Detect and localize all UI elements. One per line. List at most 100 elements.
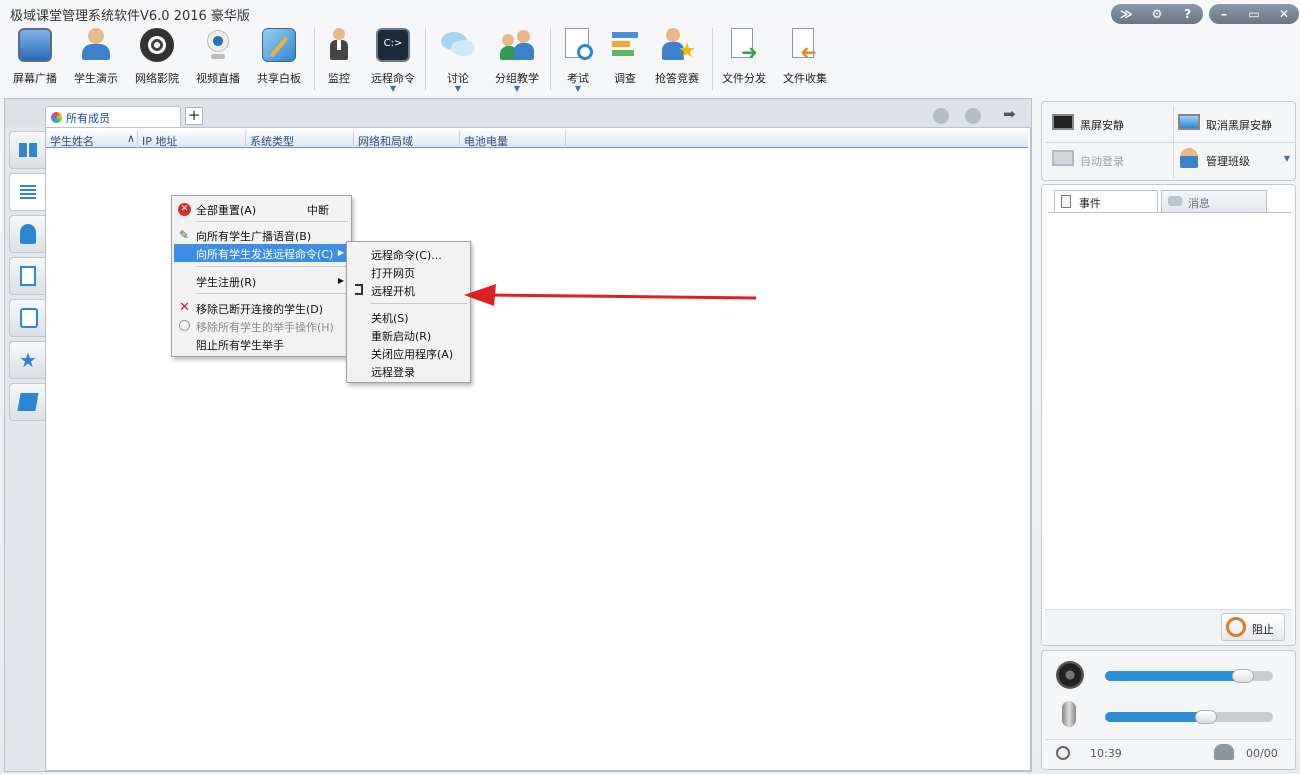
clock-icon bbox=[1056, 746, 1070, 760]
monitor-icon bbox=[1178, 114, 1200, 130]
film-reel-icon bbox=[140, 28, 174, 62]
dropdown-arrow-icon[interactable]: ▼ bbox=[575, 84, 581, 93]
help-icon[interactable]: ? bbox=[1176, 7, 1200, 21]
speaker-volume-slider[interactable] bbox=[1105, 669, 1273, 683]
menu-item-broadcast-voice[interactable]: ✎ 向所有学生广播语音(B) bbox=[174, 226, 349, 244]
column-header[interactable]: 网络和局域 bbox=[354, 131, 460, 148]
speaker-icon bbox=[1056, 661, 1084, 689]
toolbar-video-live-button[interactable]: 视频直播 bbox=[188, 26, 248, 94]
column-header[interactable]: IP 地址 bbox=[138, 131, 246, 148]
dropdown-arrow-icon[interactable]: ▼ bbox=[390, 84, 396, 93]
student-group-icon[interactable] bbox=[965, 108, 981, 124]
submenu-item-remote-power-on[interactable]: 远程开机 bbox=[349, 281, 468, 299]
power-on-icon bbox=[355, 284, 363, 295]
red-x-icon: ✕ bbox=[179, 300, 190, 315]
tab-all-members[interactable]: 所有成员 bbox=[45, 106, 181, 128]
mic-volume-slider[interactable] bbox=[1105, 710, 1273, 724]
toolbar-shared-whiteboard-button[interactable]: 共享白板 bbox=[249, 26, 309, 94]
users-icon bbox=[1214, 744, 1234, 760]
view-thumbnails-button[interactable] bbox=[9, 131, 45, 169]
toolbar-survey-button[interactable]: 调查 bbox=[595, 26, 655, 94]
remote-command-submenu: 远程命令(C)... 打开网页 远程开机 关机(S) 重新启动(R) 关闭应用程… bbox=[346, 241, 471, 383]
tab-label: 所有成员 bbox=[66, 112, 110, 125]
view-documents-button[interactable] bbox=[9, 257, 45, 295]
cancel-black-screen-button[interactable]: 取消黑屏安静 bbox=[1176, 112, 1294, 136]
toolbar-file-distribute-button[interactable]: ➜ 文件分发 bbox=[714, 26, 774, 94]
menu-item-remove-disconnected[interactable]: ✕ 移除已断开连接的学生(D) bbox=[174, 299, 349, 317]
monitor-person-icon bbox=[322, 28, 356, 62]
panel-divider bbox=[1046, 739, 1292, 740]
title-bar: 极域课堂管理系统软件V6.0 2016 豪华版 ≫ ⚙ ? – ▭ ✕ bbox=[0, 0, 1300, 26]
toolbar-remote-command-button[interactable]: C:> 远程命令 ▼ bbox=[363, 26, 423, 94]
microphone-icon: ✎ bbox=[179, 228, 190, 242]
menu-item-reset-all[interactable]: ✕ 全部重置(A) 中断 bbox=[174, 200, 349, 218]
toolbar-label: 文件分发 bbox=[722, 72, 766, 85]
column-header[interactable]: 电池电量 bbox=[460, 131, 566, 148]
column-header[interactable]: 系统类型 bbox=[246, 131, 354, 148]
column-header[interactable]: 学生姓名 ∧ bbox=[46, 131, 138, 148]
dropdown-arrow-icon[interactable]: ▼ bbox=[455, 84, 461, 93]
menu-item-student-register[interactable]: 学生注册(R) ▶ bbox=[174, 272, 349, 290]
menu-item-shortcut: 中断 bbox=[307, 204, 329, 217]
submenu-item-open-webpage[interactable]: 打开网页 bbox=[349, 263, 468, 281]
terminal-icon: C:> bbox=[376, 28, 410, 62]
chat-bubbles-icon bbox=[441, 28, 475, 62]
tab-events[interactable]: 事件 bbox=[1054, 190, 1158, 212]
slider-knob[interactable] bbox=[1231, 669, 1254, 683]
slider-fill bbox=[1105, 712, 1206, 722]
app-window: 极域课堂管理系统软件V6.0 2016 豪华版 ≫ ⚙ ? – ▭ ✕ 屏幕广播… bbox=[0, 0, 1300, 774]
menu-item-block-hands-up[interactable]: 阻止所有学生举手 bbox=[174, 335, 349, 353]
all-members-icon bbox=[51, 112, 62, 123]
document-icon bbox=[20, 266, 36, 286]
view-rewards-button[interactable]: ★ bbox=[9, 341, 45, 379]
block-button[interactable]: 阻止 bbox=[1221, 613, 1285, 641]
submenu-item-close-apps[interactable]: 关闭应用程序(A) bbox=[349, 344, 468, 362]
collapse-icon[interactable]: ≫ bbox=[1114, 7, 1138, 21]
tab-messages[interactable]: 消息 bbox=[1161, 190, 1267, 212]
toolbar-network-cinema-button[interactable]: 网络影院 bbox=[127, 26, 187, 94]
black-screen-button[interactable]: 黑屏安静 bbox=[1050, 112, 1170, 136]
minimize-icon[interactable]: – bbox=[1212, 7, 1236, 21]
auto-login-button: 自动登录 bbox=[1050, 148, 1170, 172]
dropdown-arrow-icon[interactable]: ▼ bbox=[1284, 154, 1290, 163]
toolbar-monitor-button[interactable]: 监控 bbox=[309, 26, 369, 94]
quiz-star-icon: ★ bbox=[660, 28, 696, 62]
toolbar-quiz-button[interactable]: ★ 抢答竞赛 bbox=[647, 26, 707, 94]
user-star-icon: ★ bbox=[19, 348, 37, 372]
menu-item-label: 移除所有学生的举手操作(H) bbox=[196, 321, 334, 334]
submenu-item-remote-login[interactable]: 远程登录 bbox=[349, 362, 468, 380]
view-sidebar: ★ bbox=[5, 127, 45, 771]
close-icon[interactable]: ✕ bbox=[1272, 7, 1296, 21]
submenu-item-shutdown[interactable]: 关机(S) bbox=[349, 308, 468, 326]
dropdown-arrow-icon[interactable]: ▼ bbox=[514, 84, 520, 93]
toolbar-student-demo-button[interactable]: 学生演示 bbox=[66, 26, 126, 94]
add-tab-button[interactable]: + bbox=[185, 107, 203, 125]
student-view-icon[interactable] bbox=[933, 108, 949, 124]
prohibit-icon bbox=[1226, 617, 1246, 637]
view-schedule-button[interactable] bbox=[9, 299, 45, 337]
audio-panel: 10:39 00/00 bbox=[1041, 650, 1296, 770]
manage-class-button[interactable]: 管理班级 ▼ bbox=[1176, 148, 1294, 172]
toolbar-discussion-button[interactable]: 讨论 ▼ bbox=[428, 26, 488, 94]
table-header: 学生姓名 ∧ IP 地址 系统类型 网络和局域 电池电量 bbox=[46, 131, 1028, 148]
view-notes-button[interactable] bbox=[9, 383, 45, 421]
action-label: 管理班级 bbox=[1206, 155, 1250, 168]
screen-broadcast-icon bbox=[18, 28, 52, 62]
slider-knob[interactable] bbox=[1194, 710, 1217, 724]
submenu-item-remote-command[interactable]: 远程命令(C)... bbox=[349, 245, 468, 263]
restore-icon[interactable]: ▭ bbox=[1242, 7, 1266, 21]
gear-icon[interactable]: ⚙ bbox=[1145, 7, 1169, 21]
submenu-item-restart[interactable]: 重新启动(R) bbox=[349, 326, 468, 344]
toolbar-file-collect-button[interactable]: ➜ 文件收集 bbox=[775, 26, 835, 94]
column-header-filler bbox=[566, 131, 1028, 148]
sort-asc-icon[interactable]: ∧ bbox=[127, 132, 135, 145]
menu-item-send-remote-command[interactable]: 向所有学生发送远程命令(C) ▶ bbox=[174, 244, 349, 262]
view-users-button[interactable] bbox=[9, 215, 45, 253]
arrow-right-icon[interactable]: ➡ bbox=[1003, 105, 1016, 123]
toolbar-screen-broadcast-button[interactable]: 屏幕广播 bbox=[5, 26, 65, 94]
view-list-button[interactable] bbox=[9, 173, 45, 211]
action-label: 自动登录 bbox=[1080, 155, 1124, 168]
menu-separator bbox=[196, 266, 348, 267]
grid-icon bbox=[19, 143, 37, 157]
toolbar-group-teaching-button[interactable]: 分组教学 ▼ bbox=[487, 26, 547, 94]
